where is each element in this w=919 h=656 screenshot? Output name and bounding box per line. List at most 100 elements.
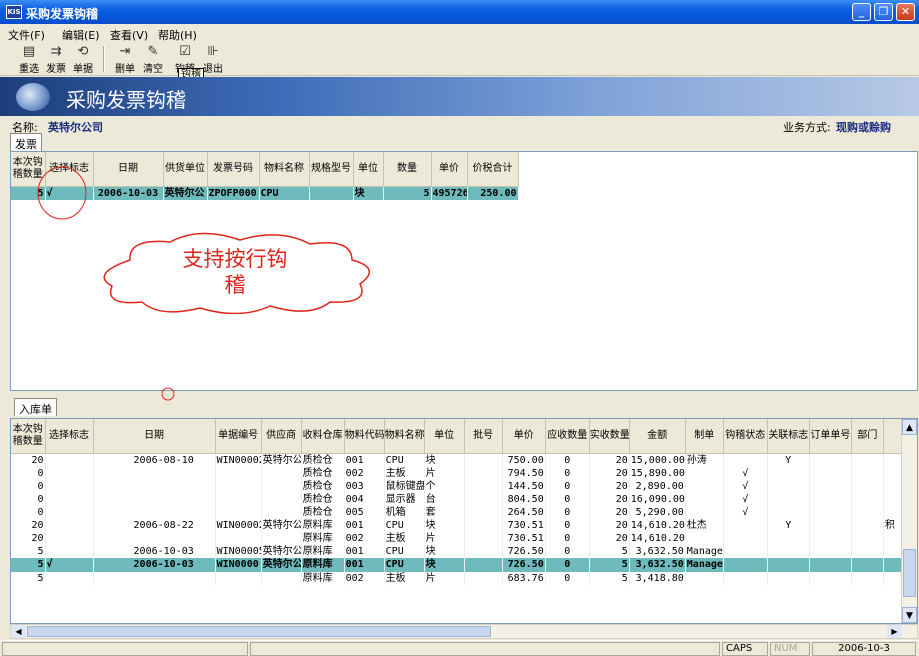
- receipt-cell-x[interactable]: [883, 571, 903, 585]
- receipt-cell-no[interactable]: [215, 492, 262, 506]
- receipt-cell-qty[interactable]: 20: [11, 518, 46, 532]
- vertical-scrollbar[interactable]: ▲ ▼: [901, 419, 917, 623]
- receipt-cell-date[interactable]: [93, 571, 216, 585]
- receipt-cell-code[interactable]: 004: [344, 492, 385, 506]
- receipt-col-header[interactable]: 实收数量: [589, 419, 630, 454]
- receipt-cell-dept[interactable]: [851, 544, 884, 558]
- receipt-cell-st[interactable]: [723, 518, 768, 532]
- receipt-col-header[interactable]: 物料名称: [384, 419, 425, 454]
- invoice-cell-item[interactable]: CPU: [259, 186, 310, 200]
- receipt-cell-sup[interactable]: [261, 571, 302, 585]
- receipt-col-header[interactable]: 收料仓库: [301, 419, 345, 454]
- receipt-cell-amt[interactable]: 3,632.50: [629, 557, 686, 572]
- receipt-cell-lot[interactable]: [464, 505, 503, 519]
- receipt-cell-dept[interactable]: [851, 518, 884, 532]
- receipt-col-header[interactable]: 钩稽状态: [723, 419, 768, 454]
- receipt-cell-sup[interactable]: 英特尔公: [261, 544, 302, 558]
- receipt-cell-sup[interactable]: 英特尔公: [261, 453, 302, 467]
- clear-button[interactable]: ✎ 清空: [140, 44, 166, 75]
- receipt-cell-act[interactable]: 5: [589, 557, 630, 572]
- receipt-cell-amt[interactable]: 3,632.50: [629, 544, 686, 558]
- receipt-cell-due[interactable]: 0: [545, 557, 590, 572]
- invoice-cell-total[interactable]: 250.00: [467, 186, 519, 200]
- receipt-cell-price[interactable]: 804.50: [502, 492, 546, 506]
- receipt-cell-link[interactable]: [767, 531, 810, 545]
- receipt-cell-code[interactable]: 005: [344, 505, 385, 519]
- receipt-cell-wh[interactable]: 质检仓: [301, 479, 345, 493]
- receipt-cell-qty[interactable]: 5: [11, 557, 46, 572]
- receipt-cell-no[interactable]: WIN00002: [215, 518, 262, 532]
- invoice-cell-count[interactable]: 5: [383, 186, 432, 200]
- receipt-cell-flag[interactable]: [45, 531, 94, 545]
- receipt-cell-due[interactable]: 0: [545, 492, 590, 506]
- receipt-cell-date[interactable]: 2006-10-03: [93, 544, 216, 558]
- receipt-cell-qty[interactable]: 0: [11, 466, 46, 480]
- receipt-cell-wh[interactable]: 原料库: [301, 531, 345, 545]
- receipt-cell-amt[interactable]: 5,290.00: [629, 505, 686, 519]
- menu-view[interactable]: 查看(V): [110, 27, 148, 43]
- receipt-cell-act[interactable]: 20: [589, 492, 630, 506]
- receipt-cell-act[interactable]: 20: [589, 479, 630, 493]
- receipt-cell-qty[interactable]: 0: [11, 479, 46, 493]
- receipt-cell-code[interactable]: 002: [344, 571, 385, 585]
- receipt-cell-x[interactable]: [883, 453, 903, 467]
- receipt-cell-ord[interactable]: [809, 466, 852, 480]
- receipt-cell-unit[interactable]: 块: [424, 518, 465, 532]
- receipt-cell-maker[interactable]: [685, 479, 724, 493]
- invoice-col-header[interactable]: 物料名称: [259, 152, 310, 187]
- receipt-cell-due[interactable]: 0: [545, 518, 590, 532]
- scroll-down-icon[interactable]: ▼: [902, 607, 917, 623]
- invoice-col-header[interactable]: 选择标志: [45, 152, 94, 187]
- receipt-cell-x[interactable]: [883, 557, 903, 572]
- receipt-cell-act[interactable]: 20: [589, 505, 630, 519]
- table-row[interactable]: 5 √ 2006-10-03 WIN0000 英特尔公 原料库 001 CPU 块 726.50 0…: [11, 557, 903, 572]
- receipt-cell-flag[interactable]: [45, 544, 94, 558]
- receipt-cell-wh[interactable]: 原料库: [301, 544, 345, 558]
- receipt-cell-link[interactable]: Y: [767, 518, 810, 532]
- receipt-cell-due[interactable]: 0: [545, 479, 590, 493]
- receipt-cell-wh[interactable]: 质检仓: [301, 466, 345, 480]
- receipt-cell-ord[interactable]: [809, 518, 852, 532]
- receipt-cell-st[interactable]: √: [723, 479, 768, 493]
- receipt-cell-code[interactable]: 002: [344, 531, 385, 545]
- receipt-cell-wh[interactable]: 原料库: [301, 571, 345, 585]
- receipt-cell-qty[interactable]: 20: [11, 453, 46, 467]
- receipt-cell-due[interactable]: 0: [545, 571, 590, 585]
- invoice-col-header[interactable]: 本次钩稽数量: [11, 152, 46, 187]
- receipt-cell-amt[interactable]: 14,610.20: [629, 531, 686, 545]
- invoice-cell-supplier[interactable]: 英特尔公: [163, 186, 208, 200]
- receipt-cell-unit[interactable]: 块: [424, 557, 465, 572]
- menu-file[interactable]: 文件(F): [8, 27, 45, 43]
- restore-button[interactable]: ❐: [874, 3, 893, 21]
- receipt-cell-act[interactable]: 5: [589, 571, 630, 585]
- receipt-col-header[interactable]: 单价: [502, 419, 546, 454]
- receipt-cell-unit[interactable]: 套: [424, 505, 465, 519]
- receipt-cell-price[interactable]: 726.50: [502, 557, 546, 572]
- receipt-cell-due[interactable]: 0: [545, 453, 590, 467]
- receipt-cell-unit[interactable]: 块: [424, 453, 465, 467]
- receipt-cell-name[interactable]: CPU: [384, 557, 425, 572]
- receipt-cell-code[interactable]: 001: [344, 544, 385, 558]
- receipt-cell-lot[interactable]: [464, 453, 503, 467]
- scrollbar-thumb[interactable]: [903, 549, 916, 597]
- receipt-cell-qty[interactable]: 20: [11, 531, 46, 545]
- receipt-cell-due[interactable]: 0: [545, 505, 590, 519]
- receipt-cell-dept[interactable]: [851, 466, 884, 480]
- receipt-cell-qty[interactable]: 0: [11, 492, 46, 506]
- receipt-cell-code[interactable]: 001: [344, 518, 385, 532]
- receipt-cell-maker[interactable]: [685, 492, 724, 506]
- receipt-cell-date[interactable]: [93, 479, 216, 493]
- receipt-cell-amt[interactable]: 15,000.00: [629, 453, 686, 467]
- receipt-cell-price[interactable]: 726.50: [502, 544, 546, 558]
- receipt-cell-st[interactable]: [723, 557, 768, 572]
- receipt-cell-dept[interactable]: [851, 571, 884, 585]
- receipt-cell-price[interactable]: 730.51: [502, 518, 546, 532]
- receipt-cell-ord[interactable]: [809, 479, 852, 493]
- receipt-cell-act[interactable]: 20: [589, 466, 630, 480]
- receipt-cell-qty[interactable]: 5: [11, 544, 46, 558]
- receipt-cell-ord[interactable]: [809, 544, 852, 558]
- receipt-cell-amt[interactable]: 16,090.00: [629, 492, 686, 506]
- receipt-col-header[interactable]: 关联标志: [767, 419, 810, 454]
- receipt-cell-lot[interactable]: [464, 492, 503, 506]
- receipt-cell-date[interactable]: [93, 531, 216, 545]
